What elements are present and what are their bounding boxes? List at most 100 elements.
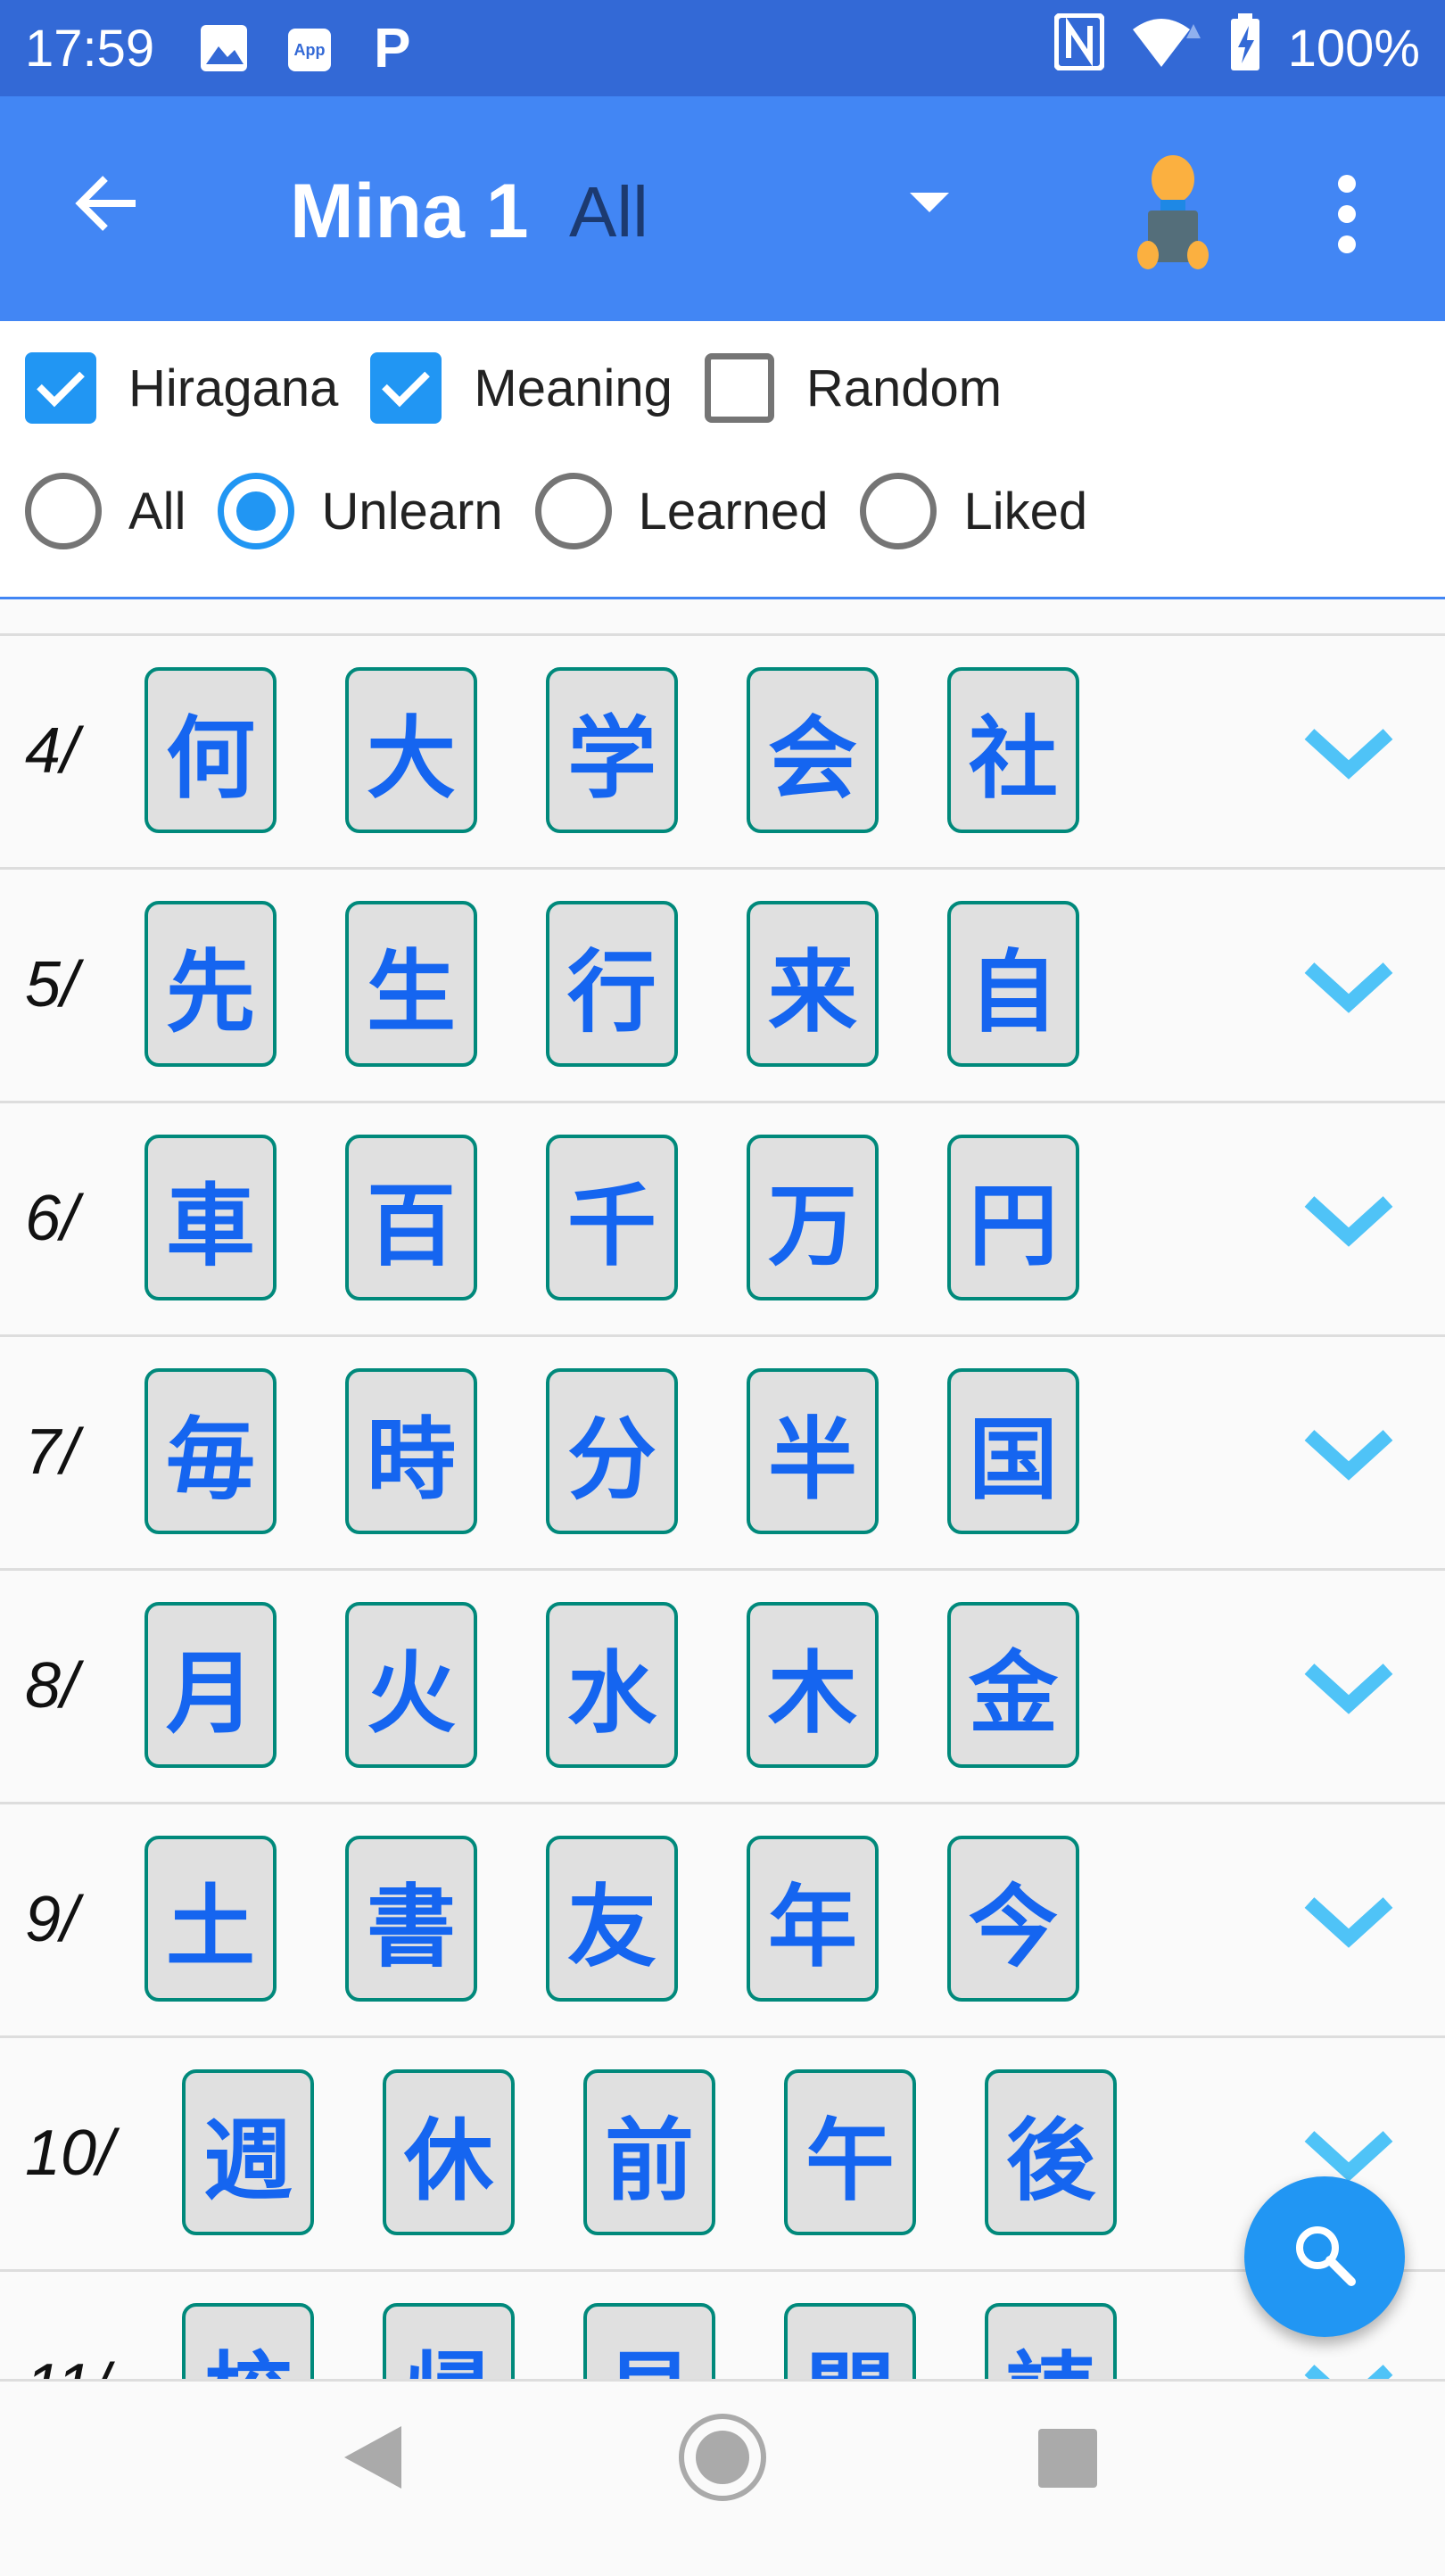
- kanji-button[interactable]: 午: [784, 2069, 916, 2235]
- nfc-icon: [1053, 12, 1105, 83]
- chevron-down-icon[interactable]: [1304, 2343, 1393, 2379]
- kanji-button[interactable]: 聞: [784, 2303, 916, 2379]
- kanji-button[interactable]: 千: [546, 1135, 678, 1300]
- nav-back-icon[interactable]: [344, 2426, 401, 2489]
- lesson-row[interactable]: 6/車百千万円: [0, 1101, 1445, 1334]
- lesson-row[interactable]: 4/何大学会社: [0, 633, 1445, 867]
- lesson-row[interactable]: 10/週休前午後: [0, 2035, 1445, 2269]
- lesson-row[interactable]: 5/先生行来自: [0, 867, 1445, 1101]
- kanji-button[interactable]: 火: [345, 1602, 477, 1768]
- kanji-button[interactable]: 分: [546, 1368, 678, 1534]
- dropdown-icon[interactable]: [910, 193, 949, 212]
- chevron-down-icon[interactable]: [1304, 1408, 1393, 1498]
- kanji-button[interactable]: 今: [947, 1836, 1079, 2002]
- search-icon: [1289, 2219, 1360, 2295]
- unlearn-label[interactable]: Unlearn: [321, 482, 502, 541]
- kanji-button[interactable]: 国: [947, 1368, 1079, 1534]
- learned-label[interactable]: Learned: [639, 482, 829, 541]
- kanji-button[interactable]: 金: [947, 1602, 1079, 1768]
- kanji-button[interactable]: 万: [747, 1135, 879, 1300]
- kanji-button[interactable]: 来: [747, 901, 879, 1067]
- status-bar: 17:59 App P 100%: [0, 0, 1445, 96]
- kanji-button[interactable]: 水: [546, 1602, 678, 1768]
- more-vert-icon[interactable]: [1338, 175, 1356, 266]
- image-icon: [199, 23, 249, 73]
- app-bar: Mina 1 All: [0, 96, 1445, 321]
- nav-recents-icon[interactable]: [1038, 2429, 1097, 2488]
- kanji-button[interactable]: 時: [345, 1368, 477, 1534]
- navigation-bar: [0, 2379, 1445, 2569]
- lesson-number: 10/: [25, 2118, 115, 2189]
- kanji-button[interactable]: 会: [747, 667, 879, 833]
- liked-radio[interactable]: [860, 473, 937, 549]
- kanji-button[interactable]: 百: [345, 1135, 477, 1300]
- kanji-button[interactable]: 社: [947, 667, 1079, 833]
- kanji-button[interactable]: 週: [182, 2069, 314, 2235]
- hiragana-label[interactable]: Hiragana: [128, 359, 338, 418]
- battery-level: 100%: [1287, 19, 1420, 78]
- kanji-button[interactable]: 前: [583, 2069, 715, 2235]
- kanji-button[interactable]: 先: [144, 901, 277, 1067]
- kanji-button[interactable]: 年: [747, 1836, 879, 2002]
- lesson-number: 7/: [25, 1416, 79, 1488]
- lesson-row[interactable]: 11/校帰見聞読: [0, 2269, 1445, 2379]
- parking-icon: P: [374, 17, 411, 79]
- kanji-button[interactable]: 円: [947, 1135, 1079, 1300]
- chevron-down-icon[interactable]: [1304, 1175, 1393, 1264]
- kanji-button[interactable]: 行: [546, 901, 678, 1067]
- lesson-number: 4/: [25, 715, 79, 787]
- kanji-button[interactable]: 後: [985, 2069, 1117, 2235]
- lesson-number: 6/: [25, 1183, 79, 1254]
- back-arrow-icon[interactable]: [71, 168, 143, 252]
- avatar-icon[interactable]: [1128, 155, 1218, 271]
- filter-dropdown-value[interactable]: All: [569, 171, 648, 253]
- unlearn-radio[interactable]: [218, 473, 295, 549]
- kanji-button[interactable]: 月: [144, 1602, 277, 1768]
- lesson-row[interactable]: 9/土書友年今: [0, 1802, 1445, 2035]
- kanji-button[interactable]: 帰: [383, 2303, 515, 2379]
- kanji-button[interactable]: 読: [985, 2303, 1117, 2379]
- chevron-down-icon[interactable]: [1304, 941, 1393, 1030]
- all-radio[interactable]: [25, 473, 102, 549]
- random-checkbox[interactable]: [704, 353, 774, 423]
- hiragana-checkbox[interactable]: [25, 352, 96, 424]
- battery-charging-icon: [1229, 13, 1261, 83]
- kanji-button[interactable]: 見: [583, 2303, 715, 2379]
- lesson-row[interactable]: 8/月火水木金: [0, 1568, 1445, 1802]
- wifi-icon: [1131, 15, 1202, 81]
- kanji-button[interactable]: 大: [345, 667, 477, 833]
- learned-radio[interactable]: [534, 473, 612, 549]
- lesson-number: 8/: [25, 1650, 79, 1721]
- nav-home-icon[interactable]: [679, 2414, 766, 2501]
- app-icon: App: [285, 21, 338, 75]
- page-title: Mina 1: [290, 169, 529, 254]
- kanji-button[interactable]: 半: [747, 1368, 879, 1534]
- kanji-button[interactable]: 学: [546, 667, 678, 833]
- kanji-button[interactable]: 毎: [144, 1368, 277, 1534]
- random-label[interactable]: Random: [806, 359, 1002, 418]
- meaning-checkbox[interactable]: [370, 352, 442, 424]
- lesson-number: 5/: [25, 949, 79, 1020]
- search-button[interactable]: [1244, 2176, 1405, 2337]
- meaning-label[interactable]: Meaning: [474, 359, 672, 418]
- kanji-button[interactable]: 校: [182, 2303, 314, 2379]
- liked-label[interactable]: Liked: [963, 482, 1087, 541]
- kanji-button[interactable]: 車: [144, 1135, 277, 1300]
- clock: 17:59: [25, 19, 155, 78]
- kanji-button[interactable]: 休: [383, 2069, 515, 2235]
- kanji-button[interactable]: 土: [144, 1836, 277, 2002]
- kanji-button[interactable]: 生: [345, 901, 477, 1067]
- kanji-button[interactable]: 自: [947, 901, 1079, 1067]
- kanji-button[interactable]: 書: [345, 1836, 477, 2002]
- lesson-list[interactable]: 4/何大学会社 5/先生行来自 6/車百千万円 7/毎時分半国 8/月火水木金 9/土書友…: [0, 599, 1445, 2379]
- kanji-button[interactable]: 友: [546, 1836, 678, 2002]
- svg-text:App: App: [294, 41, 326, 59]
- lesson-row[interactable]: 7/毎時分半国: [0, 1334, 1445, 1568]
- kanji-button[interactable]: 木: [747, 1602, 879, 1768]
- filter-options: Hiragana Meaning Random All Unlearn Lear…: [0, 321, 1445, 599]
- kanji-button[interactable]: 何: [144, 667, 277, 833]
- chevron-down-icon[interactable]: [1304, 1876, 1393, 1965]
- chevron-down-icon[interactable]: [1304, 1642, 1393, 1731]
- chevron-down-icon[interactable]: [1304, 707, 1393, 797]
- all-label[interactable]: All: [128, 482, 186, 541]
